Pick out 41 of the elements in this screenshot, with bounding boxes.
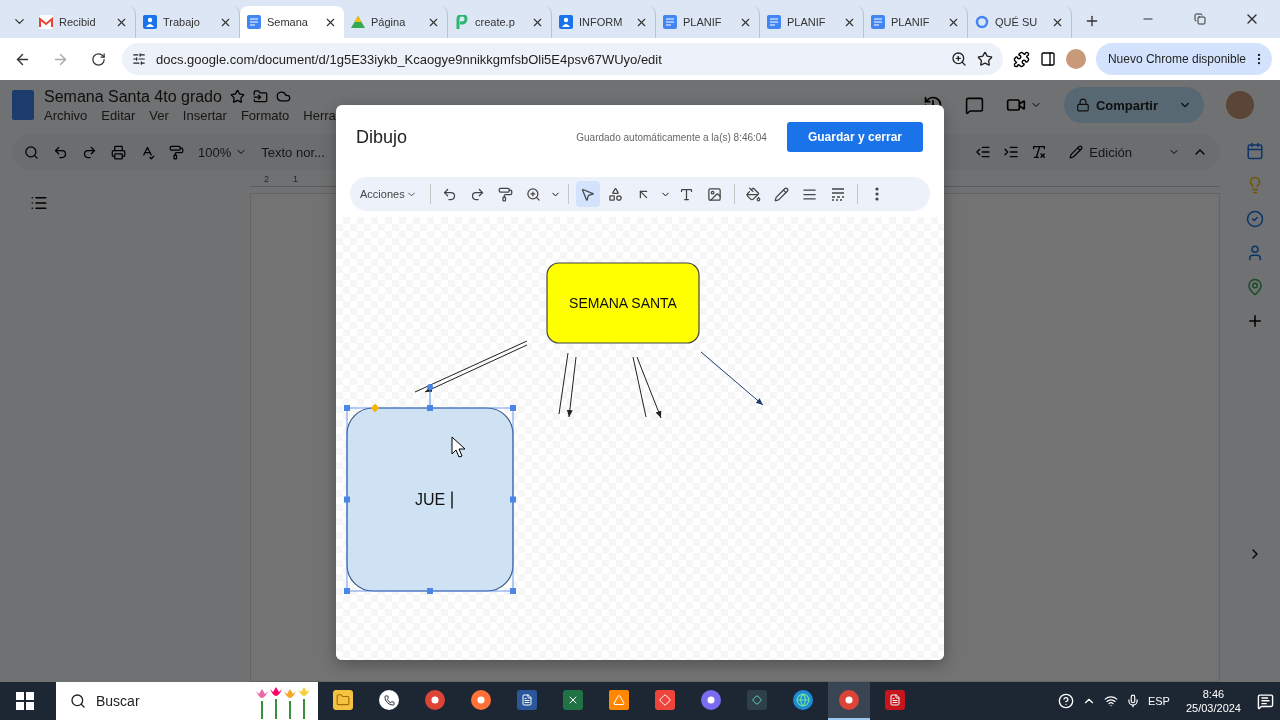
tab-title: Semana: [267, 16, 309, 28]
language-indicator[interactable]: ESP: [1147, 695, 1170, 707]
menu-item[interactable]: Insertar: [182, 107, 227, 123]
clock[interactable]: 8:46 25/03/2024: [1177, 686, 1249, 716]
tab-title: QUÉ SU: [995, 16, 1039, 28]
menu-item[interactable]: Ver: [149, 107, 169, 123]
tab-title: PLANIF: [683, 16, 723, 28]
ruler-number: 1: [293, 174, 299, 186]
shape-text: SEMANA SANTA: [569, 295, 677, 311]
clock-date: 25/03/2024: [1185, 701, 1241, 716]
shape-text: JUE: [414, 490, 446, 508]
share-label: Compartir: [1095, 97, 1158, 113]
actions-menu[interactable]: Acciones: [360, 188, 423, 200]
ruler-number: 2: [264, 174, 269, 186]
url-text: docs.google.com/document/d/1g5E33iykb_Kcaogye9nnikkgmfsbOli5E4psv67WUyo/edit: [156, 51, 663, 67]
address-bar[interactable]: docs.google.com/document/d/1g5E33iykb_Kcaogye9nnikkgmfsbOli5E4psv67WUyo/edit: [122, 43, 1003, 75]
menu-item[interactable]: Editar: [101, 107, 136, 123]
menu-item[interactable]: Herra: [303, 107, 336, 123]
tab-title: Página: [371, 16, 407, 28]
browser-tab[interactable]: Semana: [240, 6, 344, 38]
tab-title: PLANIF: [891, 16, 931, 28]
search-placeholder: Buscar: [96, 693, 141, 709]
update-label: Nuevo Chrome disponible: [1107, 52, 1246, 66]
tab-title: INFORM: [579, 16, 624, 28]
tab-title: create.p: [475, 16, 516, 28]
menu-item[interactable]: Archivo: [44, 107, 88, 123]
update-button[interactable]: Nuevo Chrome disponible: [1095, 43, 1272, 75]
document-title[interactable]: Semana Santa 4to grado: [44, 87, 222, 106]
menu-item[interactable]: Formato: [240, 107, 290, 123]
dialog-title: Dibujo: [356, 126, 408, 148]
autosave-status: Guardado automáticamente a la(s) 8:46:04: [576, 131, 767, 143]
tab-title: Recibid: [59, 16, 97, 28]
drawing-canvas[interactable]: SEMANA SANTA JUE: [336, 217, 944, 660]
tab-title: Trabajo: [163, 16, 201, 28]
clock-time: 8:46: [1202, 686, 1225, 701]
zoom-dropdown[interactable]: 100%: [198, 144, 232, 160]
actions-label: Acciones: [360, 188, 405, 200]
save-button[interactable]: Guardar y cerrar: [786, 122, 923, 152]
style-dropdown[interactable]: Texto nor...: [261, 144, 325, 160]
search-field[interactable]: Buscar: [56, 682, 318, 720]
tab-title: PLANIF: [787, 16, 827, 28]
